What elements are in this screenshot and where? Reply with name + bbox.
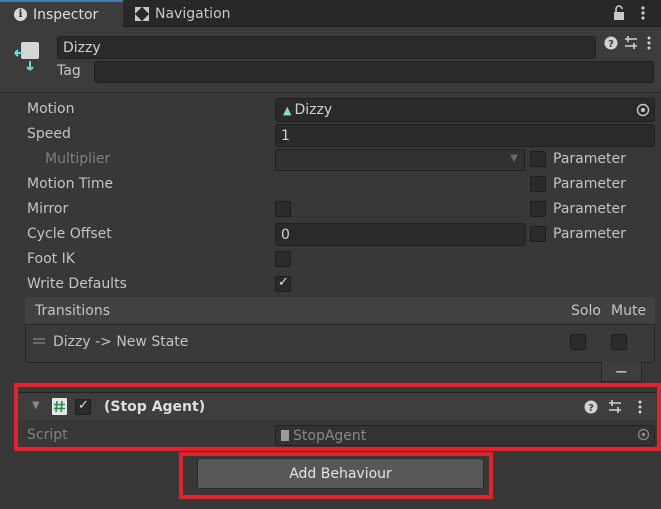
multiplier-dropdown: ▼ bbox=[275, 149, 525, 171]
multiplier-parameter-label: Parameter bbox=[553, 151, 626, 167]
tab-navigation[interactable]: Navigation bbox=[131, 0, 271, 27]
motion-time-label: Motion Time bbox=[27, 176, 114, 192]
tab-inspector-label: Inspector bbox=[33, 6, 99, 23]
add-behaviour-highlight-box bbox=[179, 452, 493, 499]
speed-value: 1 bbox=[281, 127, 290, 144]
speed-label: Speed bbox=[27, 126, 71, 142]
header-menu-icon[interactable] bbox=[644, 35, 654, 51]
chevron-down-icon: ▼ bbox=[510, 153, 518, 164]
tab-inspector[interactable]: i Inspector bbox=[0, 0, 123, 27]
remove-transition-button[interactable]: − bbox=[601, 362, 642, 382]
cycle-offset-value: 0 bbox=[281, 226, 290, 243]
foot-ik-label: Foot IK bbox=[27, 251, 75, 267]
transitions-title: Transitions bbox=[35, 303, 110, 319]
motion-picker-icon[interactable] bbox=[636, 103, 650, 117]
transition-solo-checkbox[interactable] bbox=[570, 334, 586, 350]
transitions-header bbox=[25, 297, 655, 325]
mirror-parameter-label: Parameter bbox=[553, 201, 626, 217]
tag-label: Tag bbox=[57, 63, 81, 79]
state-icon bbox=[12, 40, 44, 72]
info-icon: i bbox=[14, 8, 27, 21]
transition-row-label[interactable]: Dizzy -> New State bbox=[53, 334, 188, 350]
name-value: Dizzy bbox=[63, 39, 101, 56]
mute-header: Mute bbox=[611, 303, 647, 319]
cycle-offset-label: Cycle Offset bbox=[27, 226, 112, 242]
speed-field[interactable]: 1 bbox=[275, 124, 655, 147]
transition-mute-checkbox[interactable] bbox=[611, 334, 627, 350]
tag-field[interactable] bbox=[94, 61, 654, 83]
write-defaults-checkbox[interactable] bbox=[275, 275, 291, 292]
name-field[interactable]: Dizzy bbox=[57, 36, 596, 59]
cycle-offset-parameter-label: Parameter bbox=[553, 226, 626, 242]
solo-header: Solo bbox=[571, 303, 601, 319]
behaviour-highlight-box bbox=[14, 383, 661, 451]
tab-menu-icon[interactable] bbox=[636, 5, 650, 21]
motion-value: Dizzy bbox=[294, 102, 333, 118]
foot-ik-checkbox[interactable] bbox=[275, 251, 291, 267]
motion-time-parameter-checkbox[interactable] bbox=[530, 176, 546, 192]
multiplier-label: Multiplier bbox=[45, 151, 111, 167]
presets-icon[interactable] bbox=[624, 35, 638, 51]
mirror-label: Mirror bbox=[27, 201, 69, 217]
mirror-checkbox[interactable] bbox=[275, 201, 291, 217]
lock-icon[interactable] bbox=[612, 5, 626, 21]
help-icon[interactable]: ? bbox=[604, 36, 618, 50]
tab-navigation-label: Navigation bbox=[155, 5, 231, 22]
multiplier-parameter-checkbox[interactable] bbox=[530, 151, 546, 167]
motion-label: Motion bbox=[27, 101, 75, 117]
motion-time-parameter-label: Parameter bbox=[553, 176, 626, 192]
motion-field[interactable]: ▲ Dizzy bbox=[275, 98, 655, 122]
mirror-parameter-checkbox[interactable] bbox=[530, 201, 546, 217]
cycle-offset-field[interactable]: 0 bbox=[275, 223, 526, 246]
svg-text:?: ? bbox=[608, 39, 614, 50]
remove-label: − bbox=[614, 362, 629, 381]
navigation-icon bbox=[135, 6, 149, 21]
motion-clip-icon: ▲ bbox=[283, 103, 292, 117]
drag-handle-icon[interactable] bbox=[33, 338, 45, 344]
write-defaults-label: Write Defaults bbox=[27, 276, 127, 292]
cycle-offset-parameter-checkbox[interactable] bbox=[530, 226, 546, 242]
